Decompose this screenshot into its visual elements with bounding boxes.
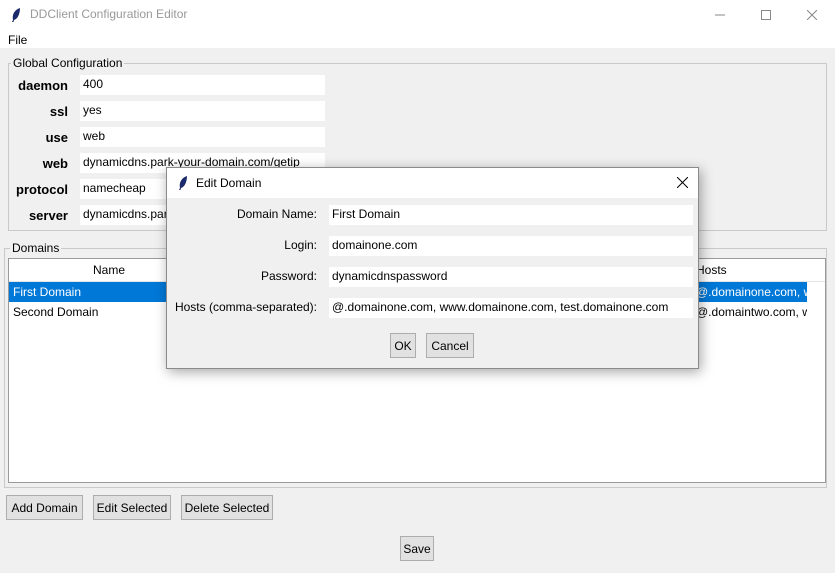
minimize-icon[interactable] bbox=[697, 0, 743, 30]
domains-label: Domains bbox=[10, 241, 62, 255]
edit-domain-dialog: Edit Domain Domain Name: First Domain Lo… bbox=[166, 167, 699, 369]
dialog-title-bar: Edit Domain bbox=[167, 168, 698, 198]
domain-name-input[interactable]: First Domain bbox=[329, 205, 693, 225]
dialog-close-icon[interactable] bbox=[676, 176, 689, 191]
protocol-label: protocol bbox=[16, 182, 68, 197]
login-input[interactable]: domainone.com bbox=[329, 236, 693, 256]
global-config-label: Global Configuration bbox=[11, 56, 125, 70]
ssl-label: ssl bbox=[49, 104, 68, 119]
use-input[interactable]: web bbox=[80, 127, 325, 147]
window-title: DDClient Configuration Editor bbox=[30, 7, 188, 21]
feather-app-icon bbox=[10, 7, 22, 26]
row-hosts: @.domaintwo.com, www.domaintwo.com bbox=[696, 305, 807, 319]
daemon-label: daemon bbox=[18, 78, 68, 93]
maximize-icon[interactable] bbox=[743, 0, 789, 30]
ok-button[interactable]: OK bbox=[390, 333, 416, 358]
add-domain-button[interactable]: Add Domain bbox=[6, 495, 83, 520]
row-hosts: @.domainone.com, www.domainone.com, test… bbox=[696, 285, 807, 299]
cancel-button[interactable]: Cancel bbox=[426, 333, 474, 358]
title-bar: DDClient Configuration Editor bbox=[0, 0, 835, 30]
ssl-input[interactable]: yes bbox=[80, 101, 325, 121]
dialog-title: Edit Domain bbox=[196, 176, 262, 190]
delete-selected-button[interactable]: Delete Selected bbox=[181, 495, 273, 520]
login-label: Login: bbox=[284, 238, 317, 252]
feather-app-icon bbox=[177, 175, 189, 194]
column-hosts-header[interactable]: Hosts bbox=[696, 263, 727, 277]
password-input[interactable]: dynamicdnspassword bbox=[329, 267, 693, 287]
web-label: web bbox=[42, 156, 68, 171]
domain-name-label: Domain Name: bbox=[236, 207, 317, 221]
hosts-label: Hosts (comma-separated): bbox=[174, 300, 317, 314]
close-icon[interactable] bbox=[789, 0, 835, 30]
hosts-input[interactable]: @.domainone.com, www.domainone.com, test… bbox=[329, 298, 693, 318]
menu-bar: File bbox=[0, 30, 835, 48]
row-name: First Domain bbox=[13, 285, 82, 299]
edit-selected-button[interactable]: Edit Selected bbox=[93, 495, 171, 520]
menu-file[interactable]: File bbox=[8, 33, 27, 47]
password-label: Password: bbox=[260, 269, 317, 283]
server-label: server bbox=[28, 208, 68, 223]
use-label: use bbox=[45, 130, 68, 145]
daemon-input[interactable]: 400 bbox=[80, 75, 325, 95]
row-name: Second Domain bbox=[13, 305, 99, 319]
save-button[interactable]: Save bbox=[400, 536, 434, 561]
